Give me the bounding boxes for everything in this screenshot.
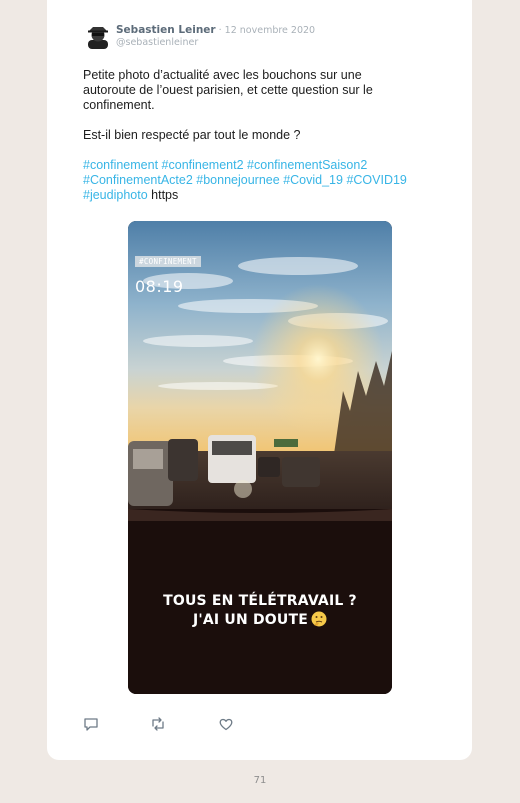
- hashtag-link[interactable]: #bonnejournee: [196, 173, 279, 187]
- hashtag-link[interactable]: #confinement: [83, 158, 158, 172]
- tweet-hashtags: #confinement #confinement2 #confinementS…: [83, 158, 413, 203]
- tweet-photo[interactable]: #CONFINEMENT 08:19 TOUS EN TÉLÉTRAVAIL ?…: [128, 221, 392, 694]
- reply-icon[interactable]: [83, 716, 99, 732]
- retweet-icon[interactable]: [150, 716, 166, 732]
- tweet-link[interactable]: https: [151, 188, 178, 202]
- hashtag-link[interactable]: #COVID19: [346, 173, 406, 187]
- hashtag-link[interactable]: #Covid_19: [283, 173, 343, 187]
- photo-time-sticker: 08:19: [135, 277, 184, 296]
- page-number: 71: [253, 775, 267, 786]
- thinking-face-icon: [311, 611, 327, 627]
- date-separator: ·: [215, 25, 225, 36]
- photo-hashtag-sticker: #CONFINEMENT: [135, 256, 201, 267]
- author-handle[interactable]: @sebastienleiner: [116, 37, 315, 49]
- hashtag-link[interactable]: #confinementSaison2: [247, 158, 367, 172]
- tweet-paragraph: Petite photo d’actualité avec les boucho…: [83, 68, 373, 112]
- like-icon[interactable]: [218, 716, 234, 732]
- avatar[interactable]: [84, 22, 112, 50]
- hashtag-link[interactable]: #confinement2: [162, 158, 244, 172]
- photo-caption-line-2: J'AI UN DOUTE: [128, 611, 392, 630]
- tweet-paragraph: Est-il bien respecté par tout le monde ?: [83, 128, 301, 142]
- tweet-body: Petite photo d’actualité avec les boucho…: [83, 68, 413, 203]
- photo-caption-line: TOUS EN TÉLÉTRAVAIL ?: [163, 593, 357, 609]
- author-name[interactable]: Sebastien Leiner: [116, 24, 216, 36]
- tweet-date[interactable]: 12 novembre 2020: [225, 25, 315, 36]
- hashtag-link[interactable]: #ConfinementActe2: [83, 173, 193, 187]
- photo-caption: TOUS EN TÉLÉTRAVAIL ? J'AI UN DOUTE: [128, 592, 392, 630]
- photo-caption-line: J'AI UN DOUTE: [193, 612, 308, 628]
- tweet-author-block: Sebastien Leiner · 12 novembre 2020 @seb…: [116, 23, 315, 49]
- hashtag-link[interactable]: #jeudiphoto: [83, 188, 148, 202]
